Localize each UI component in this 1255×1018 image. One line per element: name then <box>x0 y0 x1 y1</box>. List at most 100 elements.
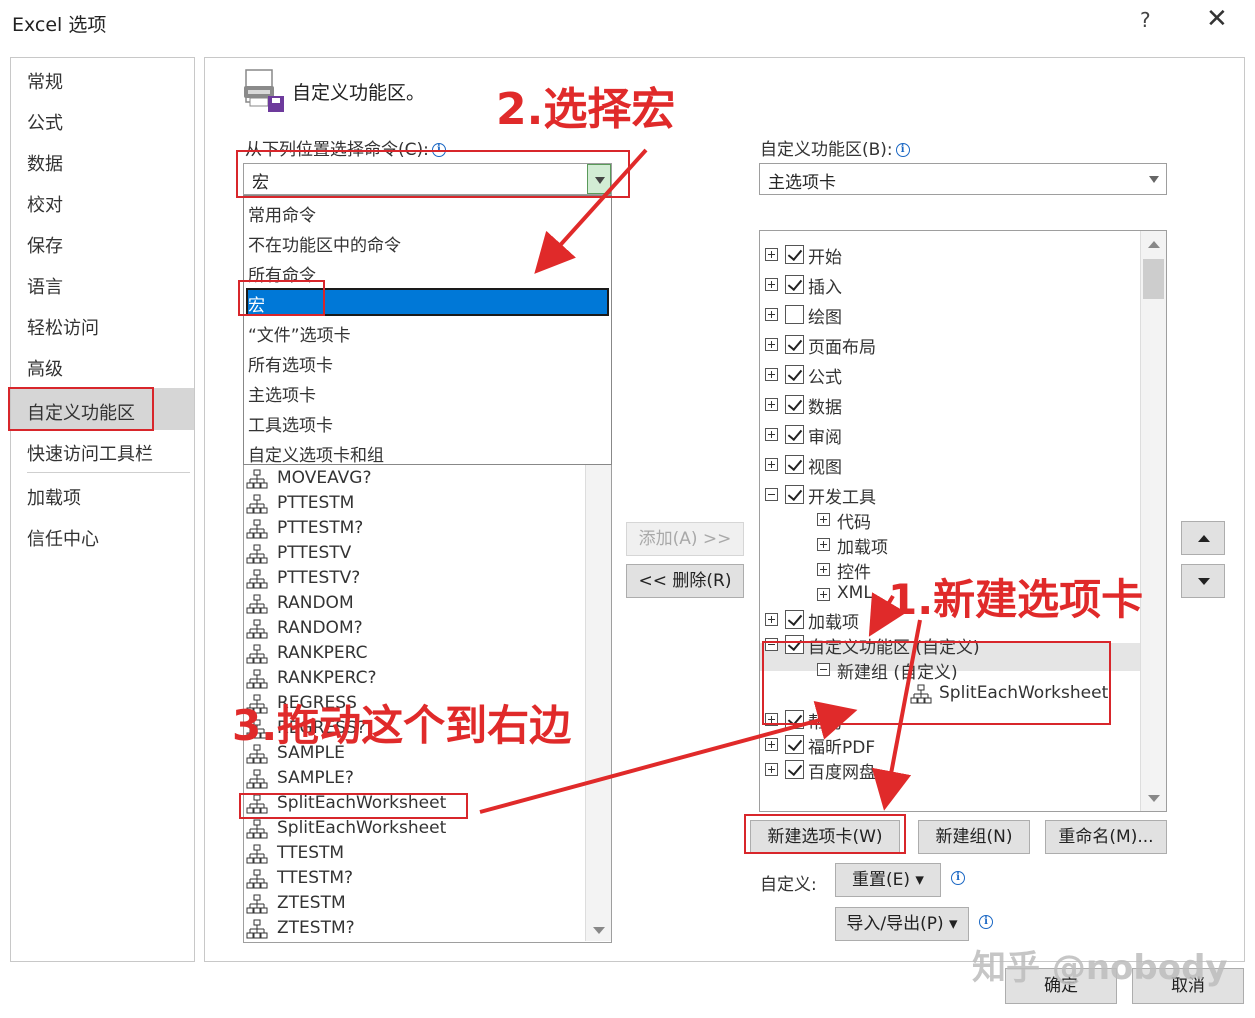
tree-row[interactable]: 开始 <box>760 243 1140 269</box>
commands-dropdown-list[interactable]: 常用命令 不在功能区中的命令 所有命令 宏 “文件”选项卡 所有选项卡 主选项卡… <box>243 195 612 466</box>
window-title: Excel 选项 <box>12 14 107 36</box>
dropdown-option[interactable]: “文件”选项卡 <box>248 321 351 346</box>
macro-icon <box>246 594 268 614</box>
tree-label: 百度网盘 <box>808 763 876 783</box>
expand-icon[interactable] <box>765 308 778 321</box>
tab-checkbox[interactable] <box>785 485 804 504</box>
expand-icon[interactable] <box>765 248 778 261</box>
macro-icon <box>246 869 268 889</box>
tree-row[interactable]: 福昕PDF <box>760 733 1140 759</box>
scroll-down-icon[interactable] <box>1148 795 1160 802</box>
expand-icon[interactable] <box>817 538 830 551</box>
nav-item-trust-center[interactable]: 信任中心 <box>27 525 99 551</box>
scroll-up-icon[interactable] <box>1148 241 1160 248</box>
tree-label: 绘图 <box>808 308 842 328</box>
annotation-box-new-tab <box>744 814 906 854</box>
arrow-down-icon <box>1198 578 1210 585</box>
scroll-down-icon[interactable] <box>593 927 605 934</box>
expand-icon[interactable] <box>817 588 830 601</box>
macro-icon <box>246 519 268 539</box>
nav-item-data[interactable]: 数据 <box>27 150 63 176</box>
dropdown-option[interactable]: 所有选项卡 <box>248 351 333 376</box>
expand-icon[interactable] <box>765 458 778 471</box>
nav-item-save[interactable]: 保存 <box>27 232 63 258</box>
expand-icon[interactable] <box>765 738 778 751</box>
macro-icon <box>246 619 268 639</box>
command-label: MOVEAVG? <box>277 468 372 488</box>
tree-row[interactable]: 视图 <box>760 453 1140 479</box>
macro-icon <box>246 669 268 689</box>
dropdown-option[interactable]: 常用命令 <box>248 201 316 226</box>
add-button[interactable]: 添加(A) >> <box>626 522 744 556</box>
collapse-icon[interactable] <box>765 488 778 501</box>
nav-item-advanced[interactable]: 高级 <box>27 355 63 381</box>
nav-item-addins[interactable]: 加载项 <box>27 484 81 510</box>
expand-icon[interactable] <box>765 368 778 381</box>
tab-checkbox[interactable] <box>785 245 804 264</box>
ribbon-tree-scrollbar[interactable] <box>1140 231 1166 811</box>
dropdown-option[interactable]: 不在功能区中的命令 <box>248 231 401 256</box>
tree-row[interactable]: 绘图 <box>760 303 1140 329</box>
ribbon-tabs-combo[interactable]: 主选项卡 <box>759 163 1167 195</box>
expand-icon[interactable] <box>765 613 778 626</box>
tab-checkbox[interactable] <box>785 610 804 629</box>
macro-icon <box>246 544 268 564</box>
tree-label: 开发工具 <box>808 488 876 508</box>
command-label: ZTESTM <box>277 893 346 913</box>
nav-item-accessibility[interactable]: 轻松访问 <box>27 314 99 340</box>
tree-row[interactable]: 页面布局 <box>760 333 1140 359</box>
header-title: 自定义功能区。 <box>292 82 426 104</box>
tab-checkbox[interactable] <box>785 395 804 414</box>
nav-item-quick-access[interactable]: 快速访问工具栏 <box>27 440 153 466</box>
info-icon: i <box>951 871 965 885</box>
tree-row[interactable]: 审阅 <box>760 423 1140 449</box>
tab-checkbox[interactable] <box>785 760 804 779</box>
tree-label: 页面布局 <box>808 338 876 358</box>
expand-icon[interactable] <box>817 513 830 526</box>
dropdown-option[interactable]: 主选项卡 <box>248 381 316 406</box>
tree-row[interactable]: 百度网盘 <box>760 758 1140 784</box>
reset-button[interactable]: 重置(E) ▾ <box>835 863 941 897</box>
annotation-box-nav <box>8 387 154 431</box>
tree-row[interactable]: 数据 <box>760 393 1140 419</box>
dropdown-option[interactable]: 工具选项卡 <box>248 411 333 436</box>
options-nav: 常规 公式 数据 校对 保存 语言 轻松访问 高级 自定义功能区 快速访问工具栏… <box>10 57 195 962</box>
tree-row[interactable]: 插入 <box>760 273 1140 299</box>
new-group-button[interactable]: 新建组(N) <box>918 820 1030 854</box>
command-list-scrollbar[interactable] <box>585 465 611 941</box>
tab-checkbox[interactable] <box>785 455 804 474</box>
expand-icon[interactable] <box>765 428 778 441</box>
command-label: SAMPLE? <box>277 768 354 788</box>
customize-ribbon-label-text: 自定义功能区(B): <box>760 140 893 160</box>
tab-checkbox[interactable] <box>785 335 804 354</box>
tab-checkbox[interactable] <box>785 365 804 384</box>
dropdown-option[interactable]: 自定义选项卡和组 <box>248 441 384 466</box>
nav-item-general[interactable]: 常规 <box>27 68 63 94</box>
combo-dropdown-button[interactable] <box>1142 164 1166 194</box>
import-export-button[interactable]: 导入/导出(P) ▾ <box>835 907 969 941</box>
move-down-button[interactable] <box>1181 564 1225 598</box>
expand-icon[interactable] <box>817 563 830 576</box>
nav-item-formulas[interactable]: 公式 <box>27 109 63 135</box>
scroll-thumb[interactable] <box>1143 259 1164 299</box>
close-button[interactable]: ✕ <box>1206 4 1228 34</box>
tab-checkbox[interactable] <box>785 425 804 444</box>
expand-icon[interactable] <box>765 398 778 411</box>
rename-button[interactable]: 重命名(M)... <box>1045 820 1167 854</box>
tab-checkbox[interactable] <box>785 305 804 324</box>
macro-icon <box>246 819 268 839</box>
tree-row[interactable]: 代码 <box>760 508 1140 534</box>
expand-icon[interactable] <box>765 338 778 351</box>
expand-icon[interactable] <box>765 278 778 291</box>
move-up-button[interactable] <box>1181 521 1225 555</box>
nav-item-proofing[interactable]: 校对 <box>27 191 63 217</box>
tab-checkbox[interactable] <box>785 735 804 754</box>
expand-icon[interactable] <box>765 763 778 776</box>
remove-button[interactable]: << 删除(R) <box>626 564 744 598</box>
tree-row[interactable]: 公式 <box>760 363 1140 389</box>
tab-checkbox[interactable] <box>785 275 804 294</box>
nav-item-language[interactable]: 语言 <box>27 273 63 299</box>
help-button[interactable]: ? <box>1140 8 1151 32</box>
tree-row[interactable]: 加载项 <box>760 533 1140 559</box>
tree-row[interactable]: 开发工具 <box>760 483 1140 509</box>
